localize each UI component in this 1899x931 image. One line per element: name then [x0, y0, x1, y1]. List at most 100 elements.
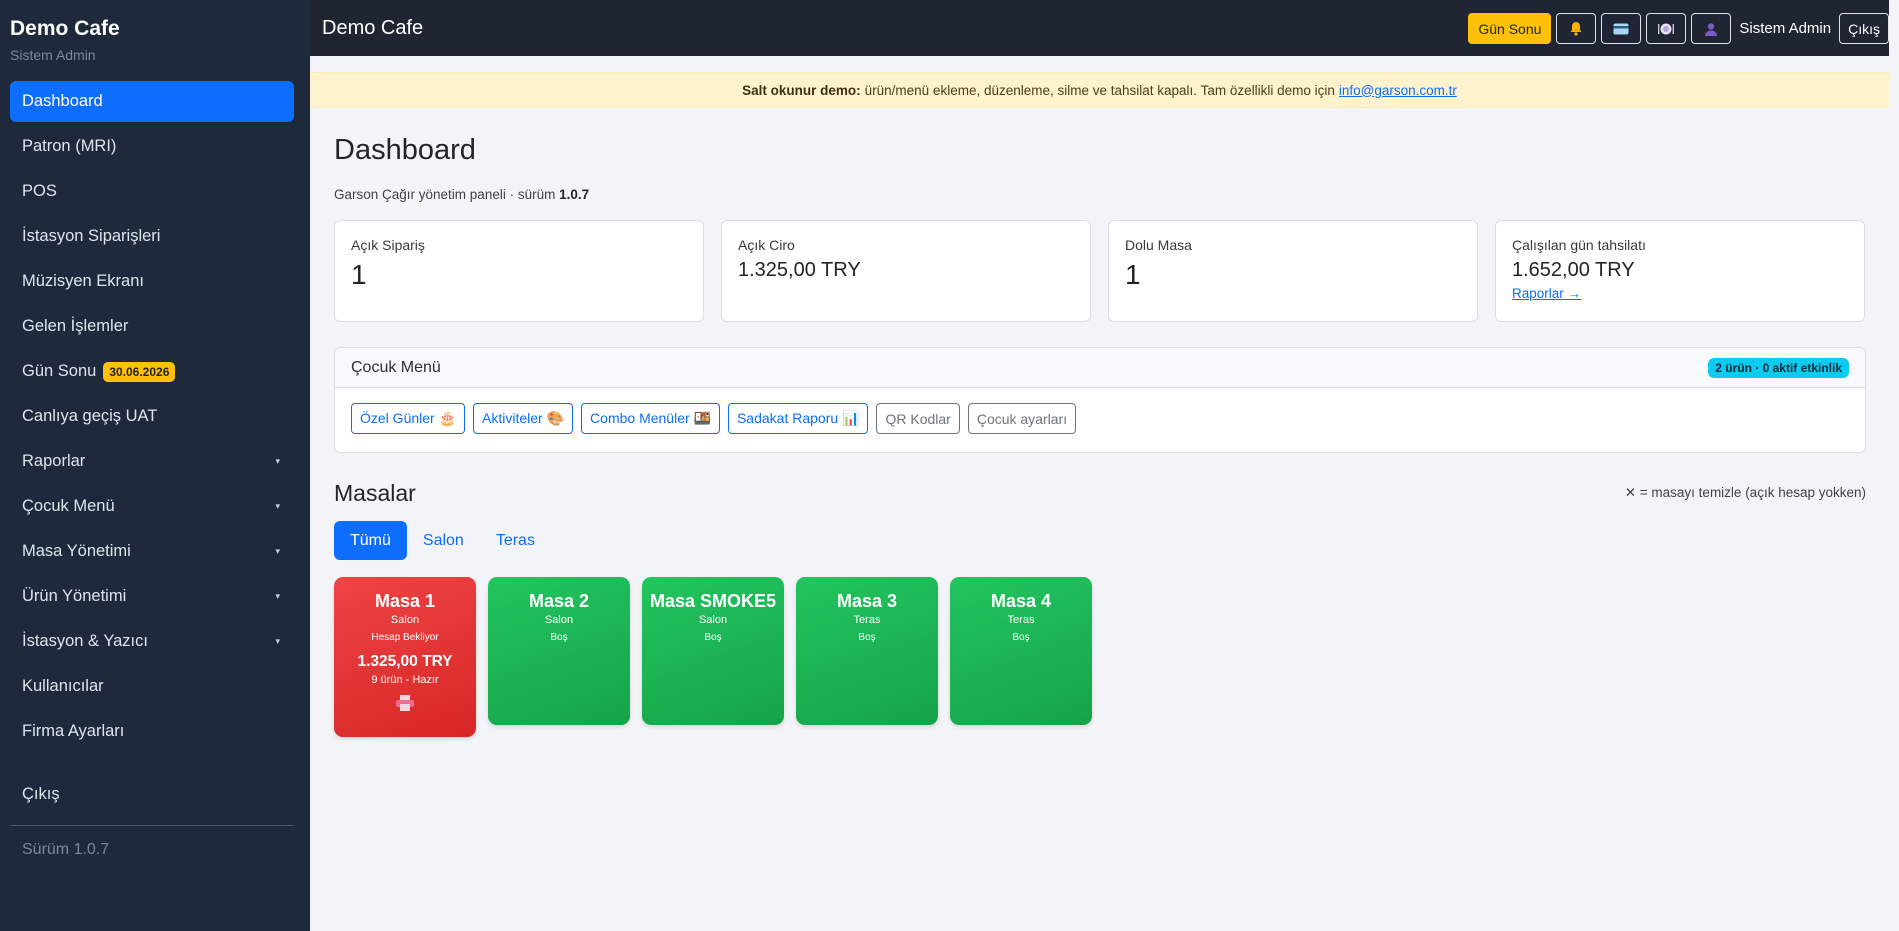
stat-label: Açık Ciro	[738, 237, 795, 253]
stats-row: Açık Sipariş 1 Açık Ciro 1.325,00 TRY Do…	[334, 220, 1866, 322]
sidebar-item-label: Müzisyen Ekranı	[22, 272, 144, 290]
brand-title: Demo Cafe	[10, 17, 120, 40]
sidebar-item-label: POS	[22, 182, 57, 200]
bell-icon	[1570, 22, 1582, 36]
table-name: Masa SMOKE5	[649, 591, 777, 611]
sidebar-nav: Dashboard Patron (MRI) POS İstasyon Sipa…	[10, 81, 294, 756]
kids-settings-button[interactable]: Çocuk ayarları	[967, 403, 1077, 434]
sidebar-item-reports[interactable]: Raporlar ▾	[10, 441, 294, 482]
brand-subtitle: Sistem Admin	[10, 47, 96, 63]
sidebar-item-label: İstasyon Siparişleri	[22, 227, 161, 245]
stat-value: 1.325,00 TRY	[738, 259, 861, 281]
stat-card-open-revenue: Açık Ciro 1.325,00 TRY	[721, 220, 1091, 322]
chevron-down-icon: ▾	[275, 591, 280, 601]
chevron-down-icon: ▾	[275, 546, 280, 556]
sidebar: Demo Cafe Sistem Admin Dashboard Patron …	[0, 0, 310, 931]
sidebar-item-label: Masa Yönetimi	[22, 542, 131, 560]
table-card-masa-smoke5[interactable]: Masa SMOKE5 Salon Boş	[642, 577, 784, 725]
sidebar-item-dashboard[interactable]: Dashboard	[10, 81, 294, 122]
subtitle-text: Garson Çağır yönetim paneli · sürüm	[334, 187, 556, 202]
table-amount: 1.325,00 TRY	[357, 653, 453, 670]
loyalty-report-button[interactable]: Sadakat Raporu 📊	[727, 403, 869, 434]
stat-value: 1.652,00 TRY	[1512, 259, 1635, 281]
activities-button[interactable]: Aktiviteler 🎨	[473, 403, 574, 434]
sidebar-item-musician-screen[interactable]: Müzisyen Ekranı	[10, 261, 294, 302]
table-status: Boş	[1012, 632, 1030, 643]
user-icon	[1705, 22, 1718, 36]
tables-title: Masalar	[334, 480, 416, 506]
stat-card-occupied-tables: Dolu Masa 1	[1108, 220, 1478, 322]
alert-email-link[interactable]: info@garson.com.tr	[1339, 83, 1457, 98]
sidebar-item-kids-menu[interactable]: Çocuk Menü ▾	[10, 486, 294, 527]
end-of-day-button[interactable]: Gün Sonu	[1468, 13, 1552, 44]
printer-icon[interactable]	[395, 694, 415, 712]
table-card-masa-2[interactable]: Masa 2 Salon Boş	[488, 577, 630, 725]
table-zone: Salon	[544, 614, 574, 626]
sidebar-item-station-printer[interactable]: İstasyon & Yazıcı ▾	[10, 621, 294, 662]
stat-label: Dolu Masa	[1125, 237, 1192, 253]
sidebar-item-patron[interactable]: Patron (MRI)	[10, 126, 294, 167]
user-name: Sistem Admin	[1739, 20, 1832, 37]
table-card-masa-1[interactable]: Masa 1 Salon Hesap Bekliyor 1.325,00 TRY…	[334, 577, 476, 737]
stat-card-open-orders: Açık Sipariş 1	[334, 220, 704, 322]
tables-hint: ✕ = masayı temizle (açık hesap yokken)	[1624, 485, 1866, 500]
sidebar-item-end-of-day[interactable]: Gün Sonu 30.06.2026	[10, 351, 294, 392]
kids-menu-header: Çocuk Menü 2 ürün · 0 aktif etkinlik	[335, 348, 1865, 388]
table-name: Masa 3	[836, 591, 898, 611]
table-card-masa-4[interactable]: Masa 4 Teras Boş	[950, 577, 1092, 725]
waiter-call-button[interactable]	[1646, 13, 1687, 44]
table-zone: Salon	[390, 614, 420, 626]
sidebar-item-incoming[interactable]: Gelen İşlemler	[10, 306, 294, 347]
sidebar-item-go-live-uat[interactable]: Canlıya geçiş UAT	[10, 396, 294, 437]
payment-button[interactable]	[1601, 13, 1642, 44]
special-days-button[interactable]: Özel Günler 🎂	[351, 403, 466, 434]
table-card-masa-3[interactable]: Masa 3 Teras Boş	[796, 577, 938, 725]
sidebar-item-label: Ürün Yönetimi	[22, 587, 127, 605]
sidebar-item-pos[interactable]: POS	[10, 171, 294, 212]
tables-grid: Masa 1 Salon Hesap Bekliyor 1.325,00 TRY…	[334, 577, 1092, 737]
alert-bold: Salt okunur demo:	[742, 82, 861, 98]
profile-button[interactable]	[1691, 13, 1732, 44]
stat-label: Çalışılan gün tahsilatı	[1512, 237, 1646, 253]
topbar-title: Demo Cafe	[322, 16, 424, 39]
qr-codes-button[interactable]: QR Kodlar	[876, 403, 960, 434]
card-icon	[1613, 23, 1629, 34]
table-status: Boş	[704, 632, 722, 643]
sidebar-item-label: Dashboard	[22, 92, 103, 110]
sidebar-item-label: Patron (MRI)	[22, 137, 117, 155]
sidebar-item-table-management[interactable]: Masa Yönetimi ▾	[10, 531, 294, 572]
alert-text: ürün/menü ekleme, düzenleme, silme ve ta…	[864, 82, 1335, 98]
combo-menus-button[interactable]: Combo Menüler 🍱	[581, 403, 720, 434]
sidebar-item-label: Kullanıcılar	[22, 677, 104, 695]
notifications-button[interactable]	[1556, 13, 1597, 44]
sidebar-item-station-orders[interactable]: İstasyon Siparişleri	[10, 216, 294, 257]
chevron-down-icon: ▾	[275, 501, 280, 511]
sidebar-item-users[interactable]: Kullanıcılar	[10, 666, 294, 707]
sidebar-item-label: Gelen İşlemler	[22, 317, 129, 335]
plate-icon	[1658, 23, 1675, 34]
tab-salon[interactable]: Salon	[407, 521, 480, 560]
table-status: Boş	[550, 632, 568, 643]
sidebar-divider	[10, 825, 294, 826]
sidebar-item-product-management[interactable]: Ürün Yönetimi ▾	[10, 576, 294, 617]
chevron-down-icon: ▾	[275, 456, 280, 466]
table-status: Hesap Bekliyor	[371, 632, 439, 643]
brand: Demo Cafe Sistem Admin	[0, 0, 310, 63]
sidebar-logout[interactable]: Çıkış	[10, 774, 294, 815]
tables-header: Masalar ✕ = masayı temizle (açık hesap y…	[334, 476, 1866, 506]
sidebar-item-label: Canlıya geçiş UAT	[22, 407, 158, 425]
tab-teras[interactable]: Teras	[480, 521, 551, 560]
demo-alert: Salt okunur demo: ürün/menü ekleme, düze…	[310, 72, 1889, 108]
table-zone: Teras	[853, 614, 881, 626]
table-name: Masa 2	[528, 591, 590, 611]
table-items: 9 ürün - Hazır	[371, 674, 439, 686]
reports-link[interactable]: Raporlar →	[1512, 286, 1581, 301]
tab-all[interactable]: Tümü	[334, 521, 407, 560]
topbar-actions: Gün Sonu Sistem Admin Çıkış	[1468, 13, 1889, 44]
logout-button[interactable]: Çıkış	[1839, 13, 1889, 44]
table-zone: Teras	[1007, 614, 1035, 626]
table-status: Boş	[858, 632, 876, 643]
sidebar-item-company-settings[interactable]: Firma Ayarları	[10, 711, 294, 752]
stat-card-day-collection: Çalışılan gün tahsilatı 1.652,00 TRY Rap…	[1495, 220, 1865, 322]
chevron-down-icon: ▾	[275, 636, 280, 646]
